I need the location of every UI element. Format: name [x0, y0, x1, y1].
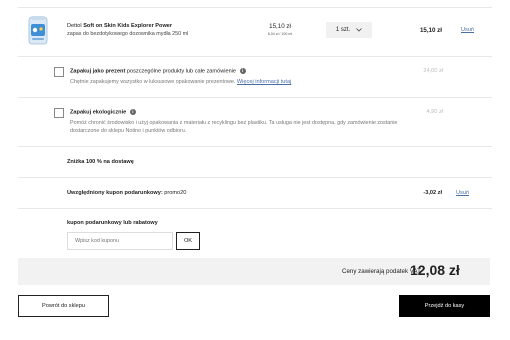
gift-wrap-more-info-link[interactable]: Więcej informacji tutaj [237, 79, 291, 85]
gift-wrap-description: Chętnie zapakujemy wszystko w luksusowe … [70, 78, 291, 86]
quantity-value: 1 szt. [335, 27, 351, 33]
eco-wrap-price: 4,90 zł [426, 109, 443, 115]
gift-wrap-description-text: Chętnie zapakujemy wszystko w luksusowe … [70, 79, 236, 85]
remove-coupon-link[interactable]: Usuń [456, 190, 469, 196]
applied-coupon-amount: -3,02 zł [423, 190, 442, 196]
eco-wrap-checkbox[interactable] [54, 108, 64, 118]
apply-coupon-button[interactable]: OK [176, 232, 200, 250]
order-total: 12,08 zł [410, 262, 460, 278]
applied-coupon: Uwzględniony kupon podarunkowy: promo20 [67, 190, 186, 196]
quantity-select[interactable]: 1 szt. [326, 22, 372, 38]
product-total: 15,10 zł [419, 27, 442, 34]
applied-coupon-code: promo20 [164, 190, 187, 196]
divider [18, 146, 492, 147]
product-image[interactable] [25, 15, 51, 46]
gift-wrap-title-rest: poszczególne produkty lub całe zamówieni… [126, 68, 237, 75]
top-divider [18, 7, 492, 8]
divider [18, 56, 492, 57]
chevron-down-icon [356, 28, 362, 32]
remove-product-link[interactable]: Usuń [461, 27, 474, 33]
shipping-discount: Zniżka 100 % na dostawę [67, 159, 134, 165]
gift-wrap-title-bold: Zapakuj jako prezent [70, 68, 126, 75]
product-brand: Dettol [67, 23, 82, 29]
gift-wrap-price: 24,00 zł [423, 68, 443, 74]
product-name-bold: Soft on Skin Kids Explorer Power [83, 23, 173, 29]
eco-wrap-description: Pomóż chronić środowisko i użyj opakowan… [70, 120, 398, 134]
back-to-shop-button[interactable]: Powrót do sklepu [18, 295, 109, 317]
divider [18, 208, 492, 209]
soap-bottle-icon [28, 16, 48, 45]
proceed-to-checkout-button[interactable]: Przejdź do kasy [399, 295, 490, 317]
unit-price-per-100ml: 6,04 zł / 100 ml [267, 32, 293, 36]
gift-wrap-title: Zapakuj jako prezent poszczególne produk… [70, 68, 246, 74]
eco-wrap-title: Zapakuj ekologicznie i [70, 109, 136, 115]
divider [18, 97, 492, 98]
divider [18, 177, 492, 178]
gift-wrap-checkbox[interactable] [54, 67, 64, 77]
coupon-entry-heading: kupon podarunkowy lub rabatowy [67, 220, 158, 226]
unit-price: 15,10 zł [269, 23, 291, 30]
eco-wrap-title-text: Zapakuj ekologicznie [70, 109, 127, 116]
applied-coupon-label: Uwzględniony kupon podarunkowy: [67, 190, 163, 196]
product-subtitle: zapas do bezdotykowego dozownika mydła 2… [67, 31, 189, 37]
product-name[interactable]: Dettol Soft on Skin Kids Explorer Power [67, 23, 172, 31]
info-icon[interactable]: i [239, 68, 246, 74]
coupon-code-input[interactable] [67, 232, 173, 250]
info-icon[interactable]: i [129, 109, 136, 115]
